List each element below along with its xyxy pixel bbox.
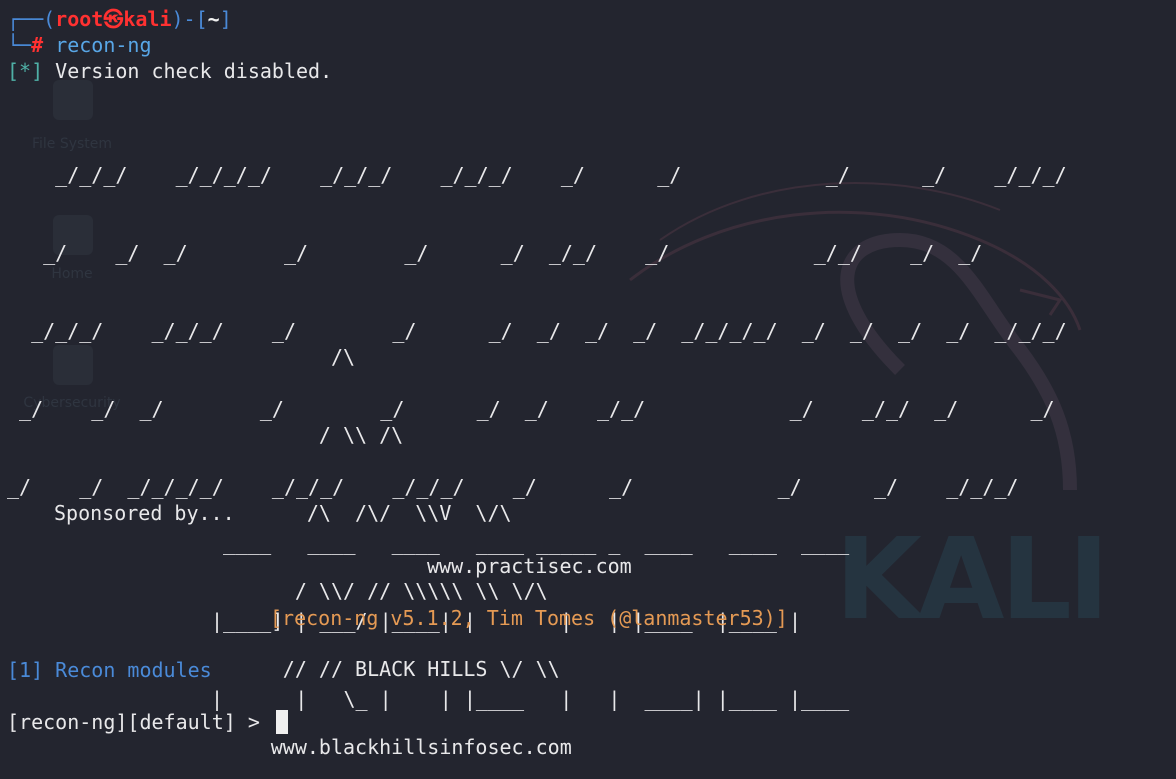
ascii-row: / \\ /\ <box>54 423 404 447</box>
module-category-label: Recon modules <box>55 658 212 682</box>
modules-summary: [1] Recon modules <box>7 657 212 683</box>
ascii-row: /\ <box>54 345 356 369</box>
info-marker: [*] <box>7 59 44 83</box>
text-cursor[interactable] <box>275 710 288 734</box>
prompt-hash: # <box>31 33 44 57</box>
console-prompt: [recon-ng][default] > <box>7 710 272 734</box>
prompt-frame: ] <box>219 7 232 31</box>
practisec-url: www.practisec.com <box>427 554 632 578</box>
prompt-host: kali <box>123 7 172 31</box>
ascii-row: | | \_ | | |____ | | ____| |____ |____ <box>211 687 850 711</box>
typed-command: recon-ng <box>55 33 152 57</box>
command-line: └─# recon-ng <box>7 32 152 58</box>
ascii-row: _/_/_/ _/_/_/_/ _/_/_/ _/_/_/ _/ _/ _/ _… <box>7 163 1067 187</box>
terminal-window[interactable]: KALI File System Home Cybersecurity ┌──(… <box>0 0 1176 779</box>
prompt-header: ┌──(root㉿kali)-[~] <box>7 6 232 32</box>
prompt-frame: )-[ <box>171 7 208 31</box>
info-text: Version check disabled. <box>55 59 333 83</box>
prompt-frame: ┌──( <box>7 7 56 31</box>
prompt-user: root <box>55 7 104 31</box>
prompt-frame: └─ <box>7 33 32 57</box>
ascii-row: _/ _/ _/ _/ _/ _/ _/_/ _/ _/_/ _/ _/ <box>7 241 983 265</box>
recon-ng-version: [recon-ng v5.1.2, Tim Tomes (@lanmaster5… <box>270 606 788 630</box>
console-prompt-line[interactable]: [recon-ng][default] > <box>7 709 288 735</box>
prompt-at-symbol: ㉿ <box>103 7 124 31</box>
module-count-index: [1] <box>7 658 44 682</box>
version-check-line: [*] Version check disabled. <box>7 58 332 84</box>
prompt-path: ~ <box>207 7 220 31</box>
